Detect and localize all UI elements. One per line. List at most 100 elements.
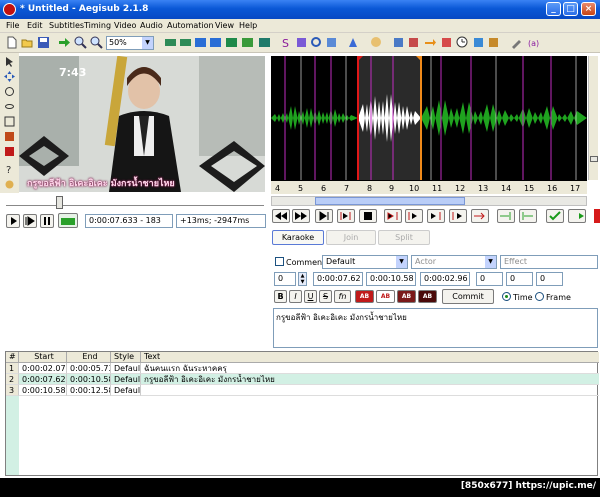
menu-help[interactable]: Help xyxy=(239,21,257,30)
audio-zoom-thumb[interactable] xyxy=(590,156,598,162)
menu-view[interactable]: View xyxy=(215,21,234,30)
audio-waveform-display[interactable] xyxy=(271,56,587,180)
audio-zoom-slider[interactable] xyxy=(588,56,598,180)
play-before-button[interactable] xyxy=(384,209,402,223)
menu-file[interactable]: File xyxy=(6,21,19,30)
close-button[interactable]: × xyxy=(581,2,596,16)
video-seek-slider[interactable] xyxy=(6,200,264,206)
styles-manager-icon[interactable]: S xyxy=(280,36,293,49)
save-icon[interactable] xyxy=(37,36,50,49)
style-select[interactable]: Default ▼ xyxy=(322,255,408,269)
maximize-button[interactable]: □ xyxy=(563,2,578,16)
chevron-down-icon[interactable]: ▼ xyxy=(142,37,153,49)
clip-icon[interactable] xyxy=(4,131,15,142)
play-to-end-button[interactable] xyxy=(471,209,489,223)
strikeout-button[interactable]: S xyxy=(319,290,332,303)
italic-button[interactable]: I xyxy=(289,290,302,303)
zoom-in-icon[interactable] xyxy=(74,36,87,49)
start-time-field[interactable]: 0:00:07.62 xyxy=(313,272,363,286)
subtitle-grid[interactable]: # Start End Style Text 1 0:00:02.07 0:00… xyxy=(5,351,599,476)
prev-line-button[interactable] xyxy=(272,209,290,223)
end-time-field[interactable]: 0:00:10.58 xyxy=(366,272,416,286)
margin-right-field[interactable]: 0 xyxy=(506,272,533,286)
chevron-down-icon[interactable]: ▼ xyxy=(396,256,407,268)
play-after-button[interactable] xyxy=(449,209,467,223)
underline-button[interactable]: U xyxy=(304,290,317,303)
jump-to-icon[interactable] xyxy=(58,36,71,49)
menu-video[interactable]: Video xyxy=(114,21,136,30)
actor-select[interactable]: Actor ▼ xyxy=(411,255,497,269)
menu-automation[interactable]: Automation xyxy=(167,21,214,30)
table-row[interactable]: 3 0:00:10.58 0:00:12.58 Default xyxy=(6,385,599,396)
minimize-button[interactable]: _ xyxy=(546,2,561,16)
video-layout-icon[interactable] xyxy=(164,36,177,49)
effect-field[interactable]: Effect xyxy=(500,255,598,269)
subtitle-view-icon[interactable] xyxy=(225,36,238,49)
grid-layout-icon[interactable] xyxy=(194,36,207,49)
frame-radio[interactable] xyxy=(535,292,544,301)
lead-in-button[interactable] xyxy=(497,209,515,223)
video-display[interactable]: 7:43 กรูขอลีฟ้า อิเคะอิเคะ มังกรน้ำชายไห… xyxy=(19,56,265,192)
margin-left-field[interactable]: 0 xyxy=(476,272,503,286)
attachments-icon[interactable] xyxy=(310,36,323,49)
aegisub-app-icon[interactable] xyxy=(3,3,16,16)
play-end-button[interactable] xyxy=(427,209,445,223)
auto-scroll-toggle[interactable] xyxy=(58,213,78,228)
resample-icon[interactable] xyxy=(370,36,383,49)
styling-assistant-icon[interactable] xyxy=(472,36,485,49)
font-button[interactable]: fn xyxy=(334,290,351,303)
rotate-z-icon[interactable] xyxy=(4,86,15,97)
comment-checkbox[interactable] xyxy=(275,257,284,266)
duration-field[interactable]: 0:00:02.96 xyxy=(420,272,470,286)
zoom-select[interactable]: 50% ▼ xyxy=(106,36,154,50)
play-line-button[interactable] xyxy=(23,214,37,228)
shift-times-icon[interactable] xyxy=(456,36,469,49)
go-to-line-button[interactable] xyxy=(568,209,586,223)
time-radio[interactable] xyxy=(502,292,511,301)
secondary-color-button[interactable]: AB xyxy=(376,290,395,303)
audio-options-button[interactable] xyxy=(594,209,600,223)
tools-icon[interactable] xyxy=(487,36,500,49)
macro-icon[interactable]: (a) xyxy=(527,36,540,49)
subtitle-text-editor[interactable]: กรูขอลีฟ้า อิเคะอิเคะ มังกรน้ำชายไหย xyxy=(273,308,598,348)
audio-layout-icon[interactable] xyxy=(179,36,192,49)
table-row-selected[interactable]: 2 0:00:07.62 0:00:10.58 Default กรูขอลีฟ… xyxy=(6,374,599,385)
menu-subtitles[interactable]: Subtitles xyxy=(49,21,84,30)
options-icon[interactable] xyxy=(510,36,523,49)
shadow-color-button[interactable]: AB xyxy=(418,290,437,303)
commit-button[interactable]: Commit xyxy=(442,289,494,304)
pause-button[interactable] xyxy=(40,214,54,228)
vector-clip-icon[interactable] xyxy=(4,146,15,157)
timing-post-processor-icon[interactable] xyxy=(440,36,453,49)
snap-icon[interactable] xyxy=(241,36,254,49)
play-button[interactable] xyxy=(6,214,20,228)
karaoke-button[interactable]: Karaoke xyxy=(272,230,324,245)
layer-field[interactable]: 0 xyxy=(274,272,296,286)
standard-tool-icon[interactable] xyxy=(4,56,15,67)
table-row[interactable]: 1 0:00:02.07 0:00:05.73 Default ฉันคนแรก… xyxy=(6,363,599,374)
rotate-xy-icon[interactable] xyxy=(4,101,15,112)
menu-edit[interactable]: Edit xyxy=(27,21,43,30)
fonts-collector-icon[interactable] xyxy=(325,36,338,49)
stop-button[interactable] xyxy=(359,209,377,223)
margin-vertical-field[interactable]: 0 xyxy=(536,272,563,286)
video-time-frame[interactable]: 0:00:07.633 - 183 xyxy=(85,214,173,228)
chevron-down-icon[interactable]: ▼ xyxy=(485,256,496,268)
help-icon[interactable]: ? xyxy=(4,163,15,174)
realtime-icon[interactable] xyxy=(4,179,15,190)
translation-icon[interactable] xyxy=(392,36,405,49)
commit-audio-button[interactable] xyxy=(546,209,564,223)
spellcheck-icon[interactable] xyxy=(407,36,420,49)
outline-color-button[interactable]: AB xyxy=(397,290,416,303)
lead-out-button[interactable] xyxy=(519,209,537,223)
menu-timing[interactable]: Timing xyxy=(84,21,111,30)
primary-color-button[interactable]: AB xyxy=(355,290,374,303)
next-line-button[interactable] xyxy=(292,209,310,223)
scale-icon[interactable] xyxy=(4,116,15,127)
kanji-timer-icon[interactable] xyxy=(424,36,437,49)
bold-button[interactable]: B xyxy=(274,290,287,303)
menu-audio[interactable]: Audio xyxy=(140,21,163,30)
properties-icon[interactable] xyxy=(295,36,308,49)
open-file-icon[interactable] xyxy=(21,36,34,49)
audio-scroll-thumb[interactable] xyxy=(315,197,465,205)
